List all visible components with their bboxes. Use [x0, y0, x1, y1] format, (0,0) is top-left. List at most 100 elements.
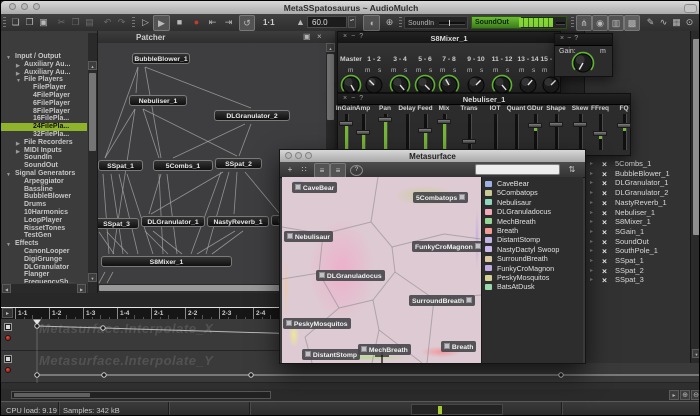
- tree-item-fileplayer[interactable]: FilePlayer: [1, 84, 87, 92]
- skip-back-icon[interactable]: ⇤: [206, 16, 219, 29]
- slider-track[interactable]: [406, 114, 410, 150]
- envelope-y-point[interactable]: [249, 373, 253, 377]
- slider-track[interactable]: [555, 114, 559, 150]
- slider-handle-trans[interactable]: [462, 139, 476, 144]
- tree-item-midi-inputs[interactable]: ▶MIDI Inputs: [1, 147, 87, 155]
- save-file-icon[interactable]: ▣: [37, 16, 50, 29]
- new-document-icon[interactable]: ❏: [9, 16, 22, 29]
- snapshot-list-item-nebulisaur[interactable]: Nebulisaur: [484, 198, 582, 207]
- tree-item-dlgranulator[interactable]: DLGranulator: [1, 264, 87, 272]
- snapshot-marker-cavebear[interactable]: CaveBear: [292, 182, 337, 193]
- tempo-input[interactable]: 60.0: [307, 16, 347, 28]
- slider-handle-pan[interactable]: [378, 117, 392, 122]
- toolbar-drag-handle[interactable]: [132, 17, 135, 28]
- object-list-vscrollbar[interactable]: ▼: [690, 31, 700, 363]
- snapshot-list-item-mechbreath[interactable]: MechBreath: [484, 217, 582, 226]
- mute-button[interactable]: m: [493, 67, 498, 74]
- slider-handle-skew[interactable]: [573, 122, 587, 127]
- mute-button[interactable]: m: [365, 67, 370, 74]
- tree-item-effects[interactable]: ▼Effects: [1, 240, 87, 248]
- tree-item-signal-generators[interactable]: ▼Signal Generators: [1, 170, 87, 178]
- tree-scroll-thumb[interactable]: [89, 73, 96, 151]
- patcher-close-icon[interactable]: ×: [317, 32, 322, 41]
- tree-item-bassline[interactable]: Bassline: [1, 186, 87, 194]
- automation-mode-icon[interactable]: ▸: [2, 308, 13, 318]
- object-list-item-dlgranulator_1[interactable]: ▸×DLGranulator_1: [585, 178, 689, 188]
- expand-icon[interactable]: ▸: [590, 227, 593, 237]
- scroll-left-icon[interactable]: ◀: [2, 284, 11, 293]
- tempo-spinner[interactable]: ▴▾: [348, 16, 356, 28]
- slider-handle-amp[interactable]: [356, 130, 370, 135]
- timeline-play-icon[interactable]: ▸: [669, 390, 679, 400]
- expand-icon[interactable]: ▸: [590, 256, 593, 266]
- tree-item-8fileplayer[interactable]: 8FilePlayer: [1, 108, 87, 116]
- documents-view-icon[interactable]: ▥: [608, 15, 624, 31]
- slider-handle-ingain[interactable]: [339, 121, 353, 126]
- snapshot-marker-funkycromagnon[interactable]: FunkyCroMagnon: [412, 241, 481, 252]
- tree-vscrollbar[interactable]: ▲ ▼: [88, 33, 97, 321]
- timeline-hscrollbar[interactable]: [11, 391, 271, 399]
- snapshot-marker-dlgranuladocus[interactable]: DLGranuladocus: [316, 270, 385, 281]
- scroll-right-icon[interactable]: ▶: [77, 284, 86, 293]
- solo-button[interactable]: s: [506, 67, 509, 74]
- tree-item-bubbleblower[interactable]: BubbleBlower: [1, 193, 87, 201]
- mute-button[interactable]: m: [440, 67, 445, 74]
- slider-track[interactable]: [623, 114, 627, 150]
- app-titlebar[interactable]: MetaSSpatosaurus ~ AudioMulch: [1, 1, 700, 15]
- slider-handle-mix[interactable]: [437, 119, 451, 124]
- metronome-icon[interactable]: ▲: [294, 16, 307, 29]
- patcher-popout-icon[interactable]: ▣: [303, 32, 311, 41]
- skip-forward-icon[interactable]: ⇥: [222, 16, 235, 29]
- metasurface-canvas[interactable]: CaveBear5Combatops NebulisaurFunkyCroMag…: [282, 177, 481, 363]
- delete-object-icon[interactable]: ×: [602, 275, 607, 285]
- slider-track[interactable]: [494, 114, 498, 150]
- expand-icon[interactable]: ▸: [590, 275, 593, 285]
- object-list-item-soundout[interactable]: ▸×SoundOut: [585, 237, 689, 247]
- scroll-down-icon[interactable]: ▼: [88, 273, 97, 282]
- gain-window-header[interactable]: ×−?: [555, 34, 612, 46]
- slider-handle-shape[interactable]: [549, 122, 563, 127]
- tree-item-frequencysh-[interactable]: FrequencySh...: [1, 279, 87, 283]
- edit-pen-icon[interactable]: ✎: [644, 16, 657, 29]
- zoom-out-icon[interactable]: ⊖: [691, 390, 700, 400]
- stop-icon[interactable]: ■: [173, 16, 186, 29]
- patcher-node-bubbleblower_1[interactable]: BubbleBlower_1: [132, 53, 190, 64]
- gain-mute-label[interactable]: m: [600, 48, 606, 55]
- snapshot-list-item-cavebear[interactable]: CaveBear: [484, 179, 582, 188]
- play-icon[interactable]: ▶: [153, 15, 170, 31]
- speaker-icon[interactable]: ◖: [363, 15, 380, 31]
- mute-button[interactable]: m: [467, 67, 472, 74]
- contraptions-view-icon[interactable]: ◉: [592, 15, 608, 31]
- tree-item-file-recorders[interactable]: ▶File Recorders: [1, 139, 87, 147]
- envelope-y-point[interactable]: [35, 373, 39, 377]
- mute-button[interactable]: m: [348, 67, 353, 74]
- snapshot-list-item-5combatops[interactable]: 5Combatops: [484, 188, 582, 197]
- expand-icon[interactable]: ▸: [590, 237, 593, 247]
- object-list-item-bubbleblower_1[interactable]: ▸×BubbleBlower_1: [585, 169, 689, 179]
- patcher-node-5combs_1[interactable]: 5Combs_1: [153, 160, 213, 171]
- object-list-item-sspat_1[interactable]: ▸×SSpat_1: [585, 256, 689, 266]
- delete-object-icon[interactable]: ×: [602, 237, 607, 247]
- solo-button[interactable]: s: [404, 67, 407, 74]
- patcher-view-icon[interactable]: ⋔: [576, 15, 592, 31]
- timeline-scroll-thumb[interactable]: [14, 393, 90, 397]
- expand-icon[interactable]: ▸: [590, 246, 593, 256]
- object-list-item-sspat_3[interactable]: ▸×SSpat_3: [585, 275, 689, 285]
- slider-handle-fq[interactable]: [617, 123, 631, 128]
- slider-track[interactable]: [579, 114, 583, 150]
- play-outline-icon[interactable]: ▷: [139, 16, 152, 29]
- object-list-item-5combs_1[interactable]: ▸×5Combs_1: [585, 159, 689, 169]
- snapshot-search-input[interactable]: [475, 164, 560, 175]
- paste-icon[interactable]: ▤: [83, 16, 96, 29]
- tree-item-file-players[interactable]: ▼File Players: [1, 76, 87, 84]
- delete-object-icon[interactable]: ×: [602, 227, 607, 237]
- scroll-down-icon[interactable]: ▼: [692, 349, 700, 358]
- add-snapshot-icon[interactable]: +: [284, 164, 296, 175]
- snapshot-list-item-batsatdusk[interactable]: BatsAtDusk: [484, 282, 582, 291]
- gain-window-buttons[interactable]: ×−?: [560, 35, 581, 42]
- tree-item-testgen[interactable]: TestGen: [1, 232, 87, 240]
- snapshot-list-item-nastydactyl-swoop[interactable]: NastyDactyl Swoop: [484, 245, 582, 254]
- tree-item-16filepla-[interactable]: 16FilePla...: [1, 115, 87, 123]
- slider-track[interactable]: [515, 114, 519, 150]
- solo-button[interactable]: s: [429, 67, 432, 74]
